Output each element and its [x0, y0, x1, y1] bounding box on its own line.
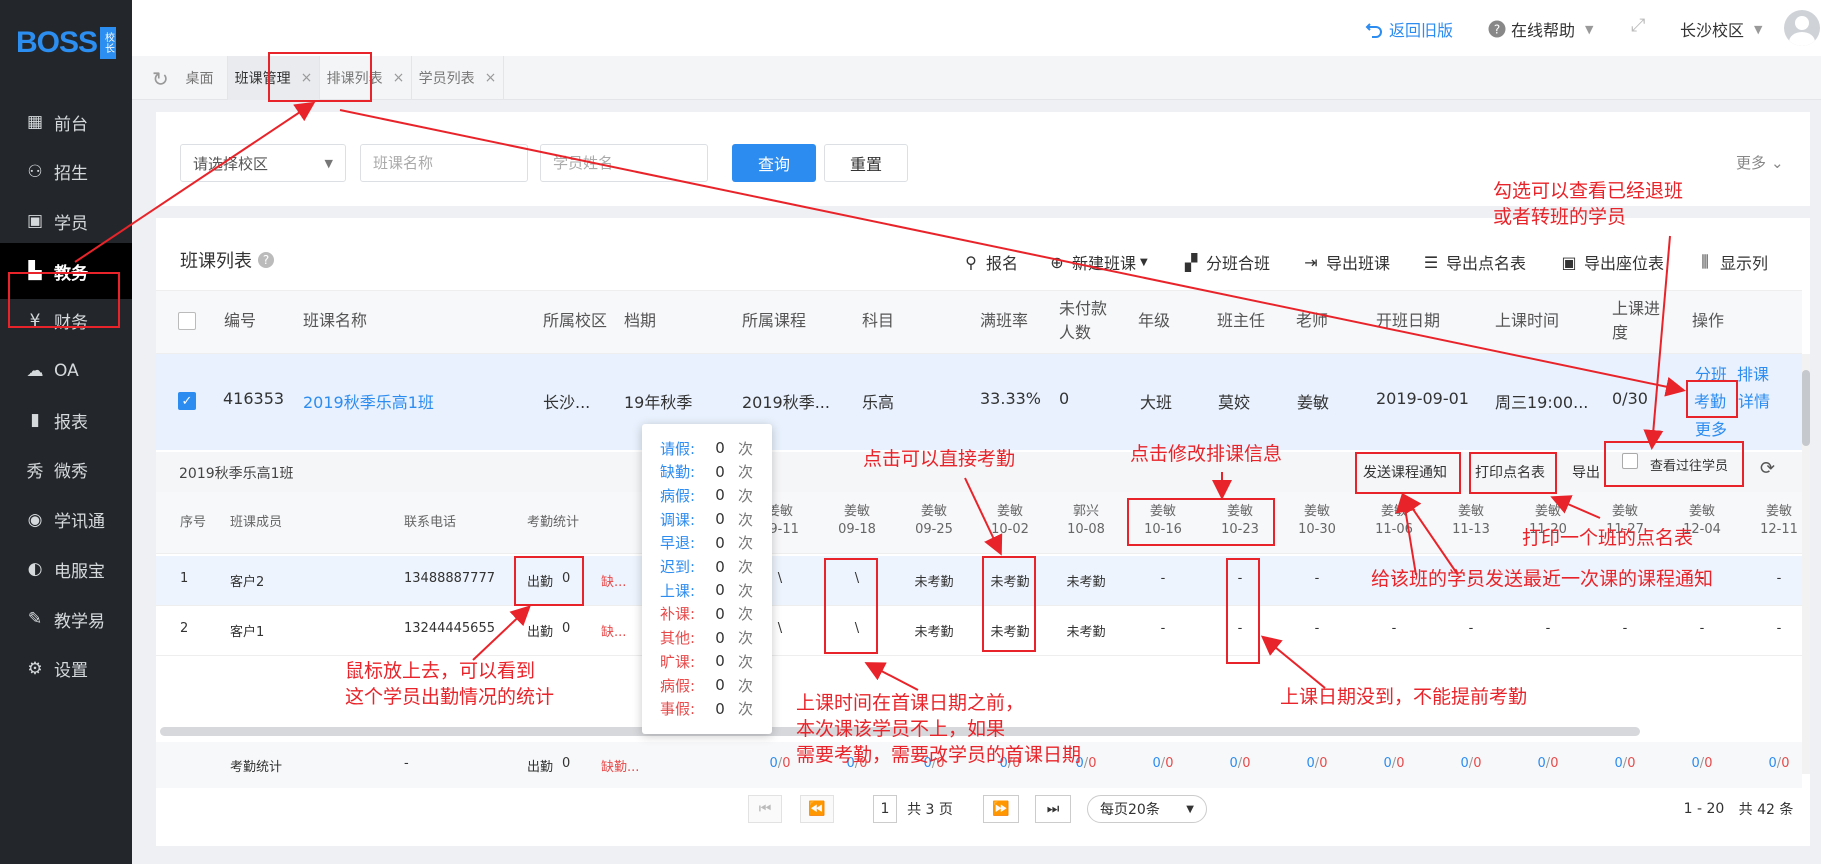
annotation-direct-attend: 点击可以直接考勤	[863, 448, 1016, 470]
annotation-line: 本次课该学员不上，如果	[796, 718, 1006, 740]
annotation-line: 鼠标放上去，可以看到	[345, 660, 536, 682]
annotation-notify: 给该班的学员发送最近一次课的课程通知	[1371, 568, 1714, 590]
annotation-line: 需要考勤，需要改学员的首课日期	[796, 744, 1082, 766]
annotation-line: 这个学员出勤情况的统计	[345, 686, 555, 708]
annotation-before-first: 上课时间在首课日期之前， 本次课该学员不上，如果需要考勤，需要改学员的首课日期	[796, 690, 1081, 768]
annotation-print-roll: 打印一个班的点名表	[1522, 527, 1694, 549]
annotation-hover: 鼠标放上去，可以看到 这个学员出勤情况的统计	[345, 658, 554, 710]
annotation-edit-schedule: 点击修改排课信息	[1130, 443, 1283, 465]
annotation-past-students: 勾选可以查看已经退班 或者转班的学员	[1493, 178, 1683, 230]
annotation-line: 或者转班的学员	[1493, 206, 1627, 228]
annotation-not-yet: 上课日期没到，不能提前考勤	[1280, 686, 1528, 708]
annotation-line: 勾选可以查看已经退班	[1493, 180, 1684, 202]
annotation-line: 上课时间在首课日期之前，	[796, 692, 1025, 714]
